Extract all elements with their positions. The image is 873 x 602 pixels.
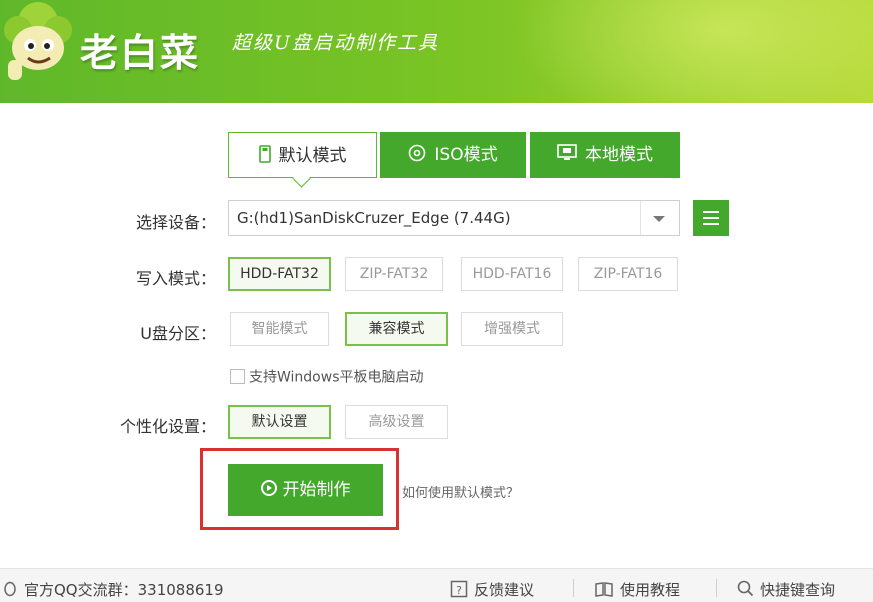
tab-label: ISO模式 (434, 145, 498, 165)
tab-default-mode[interactable]: 默认模式 (228, 132, 377, 178)
disc-icon (409, 144, 426, 162)
svg-text:?: ? (456, 584, 462, 597)
usb-icon (258, 145, 271, 163)
tab-iso-mode[interactable]: ISO模式 (380, 132, 526, 178)
qq-icon (4, 581, 16, 596)
tab-label: 默认模式 (278, 146, 347, 166)
tab-local-mode[interactable]: 本地模式 (530, 132, 680, 178)
brand-slogan: 超级U盘启动制作工具 (232, 32, 440, 54)
footer-divider (716, 579, 717, 597)
menu-icon (703, 217, 719, 219)
chevron-down-icon[interactable] (653, 216, 665, 222)
shortcut-label: 快捷键查询 (760, 581, 836, 599)
start-button-label: 开始制作 (282, 480, 351, 500)
write-mode-zip-fat16[interactable]: ZIP-FAT16 (578, 257, 678, 291)
feedback-link[interactable]: ? 反馈建议 (450, 579, 534, 600)
personalize-label: 个性化设置： (119, 417, 216, 436)
partition-enhanced-mode[interactable]: 增强模式 (461, 312, 563, 346)
device-select-value: G:(hd1)SanDiskCruzer_Edge (7.44G) (237, 209, 511, 227)
partition-label: U盘分区： (140, 324, 216, 343)
monitor-icon (557, 144, 577, 160)
brand-name: 老白菜 (80, 31, 201, 75)
book-icon (595, 581, 613, 597)
qq-group-info: 官方QQ交流群：331088619 (2, 579, 224, 600)
device-menu-button[interactable] (693, 200, 729, 236)
menu-icon (703, 223, 719, 225)
tab-label: 本地模式 (585, 145, 653, 165)
cabbage-mascot-icon (4, 2, 72, 80)
feedback-icon: ? (450, 580, 468, 597)
write-mode-hdd-fat32[interactable]: HDD-FAT32 (228, 257, 331, 291)
partition-smart-mode[interactable]: 智能模式 (230, 312, 329, 346)
search-icon (737, 580, 754, 597)
write-mode-zip-fat32[interactable]: ZIP-FAT32 (345, 257, 443, 291)
qq-group-text: 官方QQ交流群：331088619 (24, 581, 224, 599)
personalize-advanced[interactable]: 高级设置 (345, 405, 448, 439)
help-link[interactable]: 如何使用默认模式？ (402, 482, 519, 501)
status-footer: 官方QQ交流群：331088619 ? 反馈建议 使用教程 快捷键查询 (0, 568, 873, 602)
device-select[interactable]: G:(hd1)SanDiskCruzer_Edge (7.44G) (228, 200, 680, 236)
partition-compat-mode[interactable]: 兼容模式 (345, 312, 448, 346)
app-header: 老白菜 超级U盘启动制作工具 (0, 0, 873, 103)
shortcut-link[interactable]: 快捷键查询 (737, 579, 835, 600)
write-mode-hdd-fat16[interactable]: HDD-FAT16 (461, 257, 563, 291)
tutorial-label: 使用教程 (620, 581, 681, 599)
write-mode-label: 写入模式： (135, 269, 216, 288)
play-icon (260, 480, 277, 496)
device-label: 选择设备： (135, 213, 216, 232)
personalize-default[interactable]: 默认设置 (228, 405, 331, 439)
start-button[interactable]: 开始制作 (228, 464, 383, 516)
feedback-label: 反馈建议 (474, 581, 535, 599)
tutorial-link[interactable]: 使用教程 (594, 579, 680, 600)
tablet-boot-label: 支持Windows平板电脑启动 (249, 369, 424, 386)
menu-icon (703, 211, 719, 213)
tablet-boot-option[interactable]: 支持Windows平板电脑启动 (230, 366, 424, 387)
tablet-boot-checkbox[interactable] (230, 369, 245, 384)
header-glow (513, 0, 873, 103)
select-divider (640, 201, 641, 235)
footer-divider (573, 579, 574, 597)
